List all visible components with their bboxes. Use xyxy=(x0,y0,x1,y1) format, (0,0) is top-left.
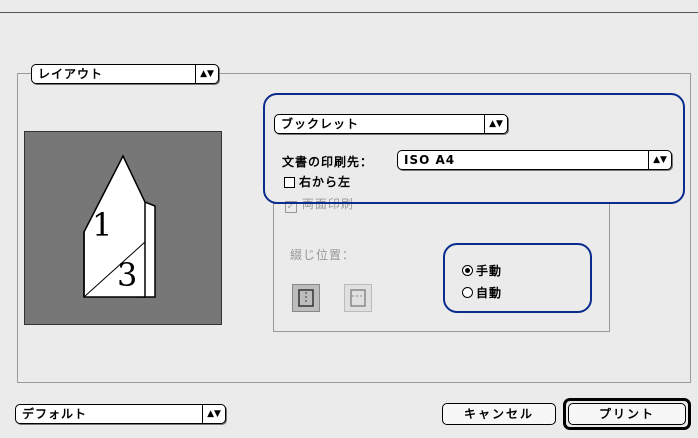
preview-page-back: 3 xyxy=(117,256,137,294)
preview-page-front: 1 xyxy=(92,206,112,244)
print-button[interactable]: プリント xyxy=(568,403,686,425)
highlight-booklet-settings xyxy=(263,93,685,204)
booklet-preview-icon: 1 3 xyxy=(83,154,156,298)
presets-popup-label: デフォルト xyxy=(22,407,88,421)
presets-popup[interactable]: デフォルト ▲▼ xyxy=(15,404,226,424)
popup-arrows-icon: ▲▼ xyxy=(202,405,225,423)
layout-popup[interactable]: レイアウト ▲▼ xyxy=(31,64,219,84)
highlight-duplex-mode xyxy=(443,243,592,313)
layout-preview: 1 3 xyxy=(24,131,222,325)
binding-top-button[interactable] xyxy=(344,284,372,312)
popup-arrows-icon: ▲▼ xyxy=(195,65,218,83)
layout-popup-label: レイアウト xyxy=(38,67,104,81)
binding-top-icon xyxy=(350,289,366,307)
binding-left-icon xyxy=(298,289,314,307)
binding-position-label: 綴じ位置： xyxy=(290,248,356,262)
binding-left-button[interactable] xyxy=(292,284,320,312)
top-separator xyxy=(0,12,698,13)
cancel-button[interactable]: キャンセル xyxy=(442,403,556,425)
